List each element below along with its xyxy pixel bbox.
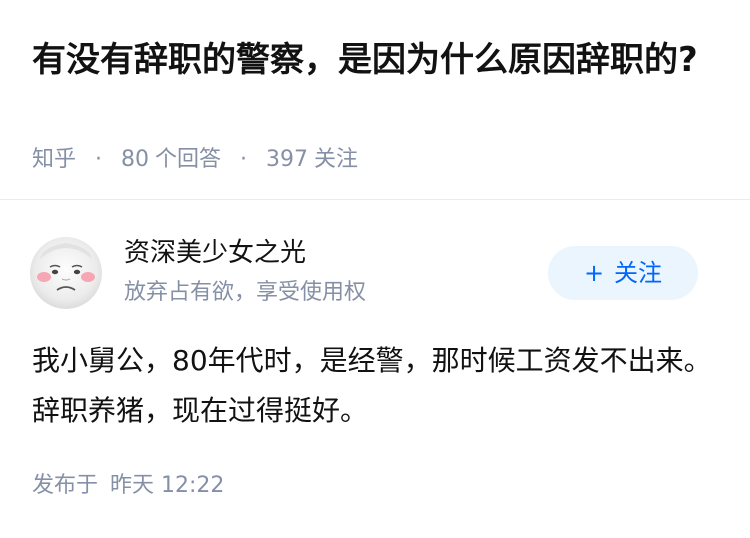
publish-time: 发布于 昨天 12:22: [32, 466, 224, 506]
source-label: 知乎: [32, 147, 77, 172]
answers-label: 个回答: [155, 147, 222, 172]
answers-count-link[interactable]: 80 个回答: [121, 147, 228, 172]
author-bio: 放弃占有欲，享受使用权: [124, 280, 367, 305]
answer-content: 我小舅公，80年代时，是经警，那时候工资发不出来。辞职养猪，现在过得挺好。: [32, 344, 712, 427]
follow-button-label: 关注: [614, 259, 663, 287]
author-row: 资深美少女之光 放弃占有欲，享受使用权 + 关注: [0, 200, 750, 320]
publish-time-value: 昨天 12:22: [110, 473, 225, 498]
avatar[interactable]: [30, 237, 102, 309]
follows-count-link[interactable]: 397 关注: [266, 147, 358, 172]
publish-label: 发布于: [32, 473, 99, 498]
question-meta: 知乎 · 80 个回答 · 397 关注: [32, 142, 358, 178]
follow-button[interactable]: + 关注: [548, 246, 698, 300]
question-title[interactable]: 有没有辞职的警察，是因为什么原因辞职的?: [32, 34, 712, 86]
author-name[interactable]: 资深美少女之光: [124, 234, 306, 272]
answers-count: 80: [121, 147, 150, 172]
follows-count: 397: [266, 147, 309, 172]
meta-separator: ·: [240, 147, 248, 172]
cartoon-face-avatar-icon: [30, 237, 102, 309]
plus-icon: +: [583, 259, 605, 287]
follows-label: 关注: [314, 147, 359, 172]
question-header: 有没有辞职的警察，是因为什么原因辞职的? 知乎 · 80 个回答 · 397 关注: [0, 0, 750, 200]
meta-separator: ·: [95, 147, 103, 172]
